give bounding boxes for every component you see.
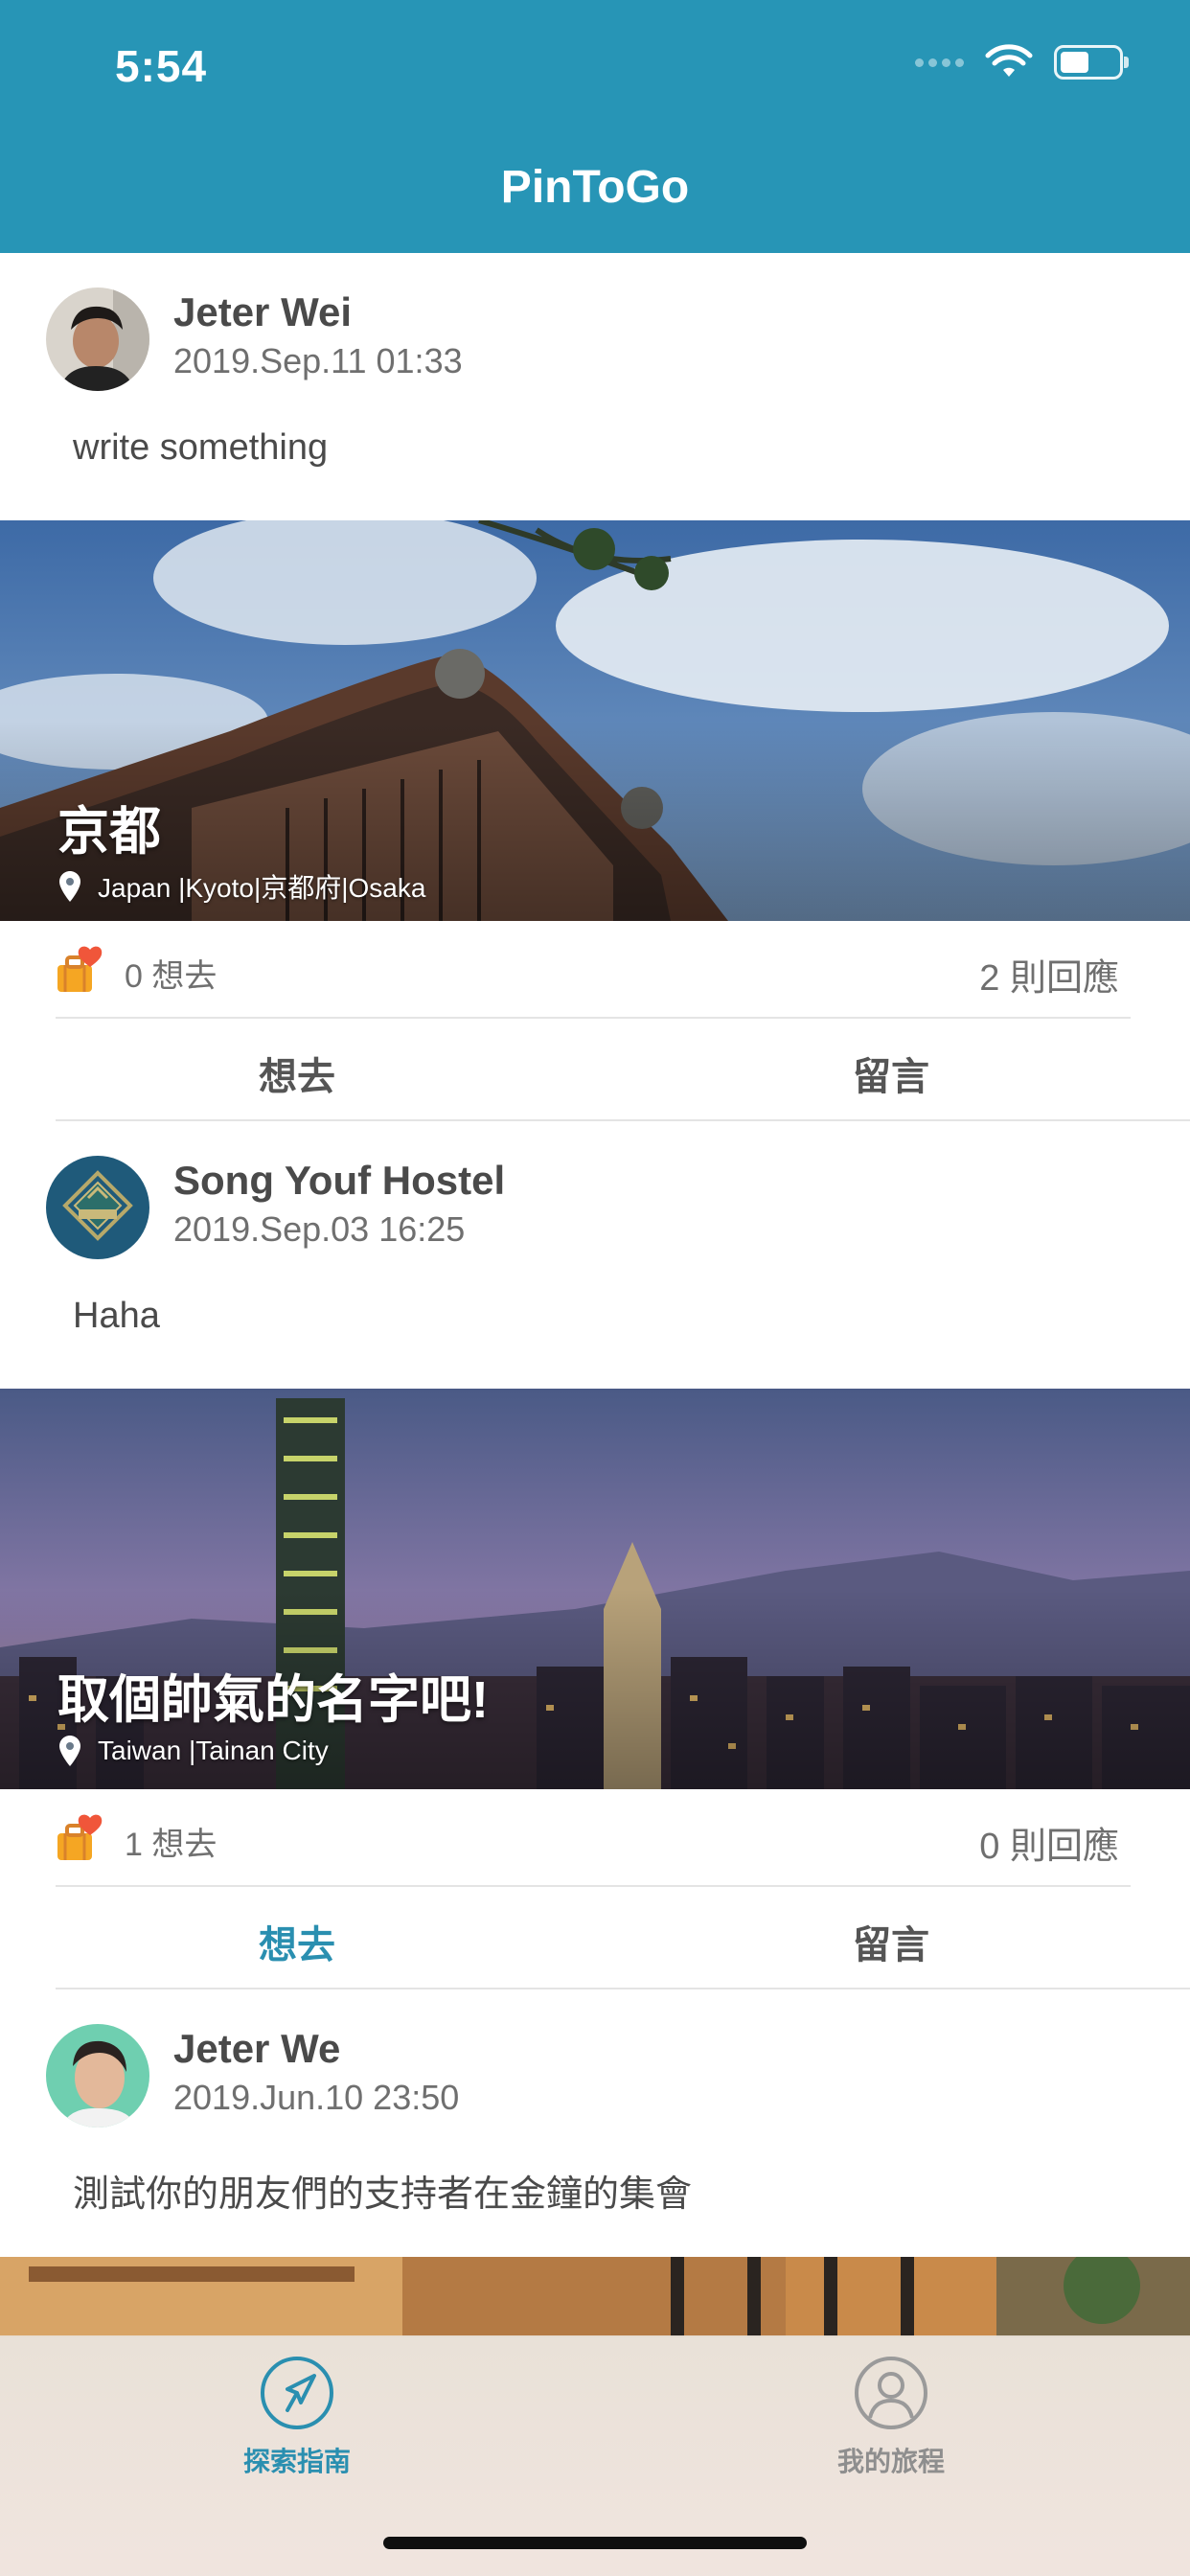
trip-location: Taiwan |Tainan City — [59, 1736, 329, 1766]
post-text: 測試你的朋友們的支持者在金鐘的集會 — [73, 2174, 693, 2215]
want-count: 0 想去 — [125, 958, 217, 995]
home-indicator[interactable] — [383, 2537, 807, 2549]
avatar[interactable] — [46, 288, 149, 391]
trip-cover[interactable] — [0, 2257, 1190, 2337]
tab-my-trip[interactable]: 我的旅程 — [747, 2355, 1035, 2479]
avatar[interactable] — [46, 1156, 149, 1259]
trip-location-text: Taiwan |Tainan City — [98, 1736, 329, 1765]
trip-cover[interactable]: 取個帥氣的名字吧! Taiwan |Tainan City — [0, 1389, 1190, 1789]
post-actions: 想去 留言 — [0, 1019, 1190, 1121]
location-pin-icon — [59, 871, 80, 902]
want-count: 1 想去 — [125, 1827, 217, 1863]
trip-title: 取個帥氣的名字吧! — [57, 1671, 489, 1729]
post-text: write something — [73, 427, 329, 468]
luggage-heart-icon — [57, 1814, 103, 1860]
post-actions: 想去 留言 — [0, 1887, 1190, 1990]
post-author[interactable]: Jeter Wei — [173, 289, 352, 335]
post-card: Jeter Wei 2019.Sep.11 01:33 write someth… — [0, 253, 1190, 1121]
tab-my-trip-label: 我的旅程 — [836, 2447, 945, 2476]
navigation-arrow-icon — [261, 2357, 333, 2429]
post-header: Jeter Wei 2019.Sep.11 01:33 write someth… — [0, 253, 1190, 520]
avatar[interactable] — [46, 2024, 149, 2128]
post-card: Jeter We 2019.Jun.10 23:50 測試你的朋友們的支持者在金… — [0, 1990, 1190, 2337]
post-author[interactable]: Jeter We — [173, 2026, 340, 2072]
status-icons — [915, 44, 1129, 80]
trip-location-text: Japan |Kyoto|京都府|Osaka — [98, 873, 426, 903]
tab-explore[interactable]: 探索指南 — [153, 2355, 441, 2479]
status-time: 5:54 — [115, 41, 208, 91]
trip-location: Japan |Kyoto|京都府|Osaka — [59, 867, 425, 906]
app-title: PinToGo — [500, 162, 690, 213]
post-header: Song Youf Hostel 2019.Sep.03 16:25 Haha — [0, 1121, 1190, 1389]
person-icon — [855, 2357, 927, 2429]
comment-button[interactable]: 留言 — [747, 1046, 1035, 1101]
battery-icon — [1054, 45, 1129, 80]
want-button[interactable]: 想去 — [153, 1914, 441, 1969]
post-date: 2019.Sep.03 16:25 — [173, 1209, 466, 1249]
post-date: 2019.Sep.11 01:33 — [173, 341, 463, 380]
app-header: 5:54 PinToGo — [0, 0, 1190, 253]
post-header: Jeter We 2019.Jun.10 23:50 測試你的朋友們的支持者在金… — [0, 1990, 1190, 2257]
want-button[interactable]: 想去 — [153, 1046, 441, 1101]
trip-cover[interactable]: 京都 Japan |Kyoto|京都府|Osaka — [0, 520, 1190, 921]
post-stats: 0 想去 2 則回應 — [0, 921, 1190, 1019]
post-date: 2019.Jun.10 23:50 — [173, 2078, 460, 2117]
location-pin-icon — [59, 1736, 80, 1766]
signal-icon — [915, 58, 964, 67]
luggage-heart-icon — [57, 946, 103, 992]
reply-count[interactable]: 2 則回應 — [979, 948, 1119, 1000]
wifi-icon — [985, 44, 1033, 77]
post-text: Haha — [73, 1296, 160, 1336]
comment-button[interactable]: 留言 — [747, 1914, 1035, 1969]
post-author[interactable]: Song Youf Hostel — [173, 1158, 505, 1204]
trip-title: 京都 — [57, 803, 161, 861]
post-card: Song Youf Hostel 2019.Sep.03 16:25 Haha — [0, 1121, 1190, 1990]
post-stats: 1 想去 0 則回應 — [0, 1789, 1190, 1887]
tab-explore-label: 探索指南 — [242, 2447, 351, 2476]
reply-count[interactable]: 0 則回應 — [979, 1816, 1119, 1869]
feed-list[interactable]: Jeter Wei 2019.Sep.11 01:33 write someth… — [0, 253, 1190, 2337]
trip-cover-image — [0, 2257, 1190, 2337]
